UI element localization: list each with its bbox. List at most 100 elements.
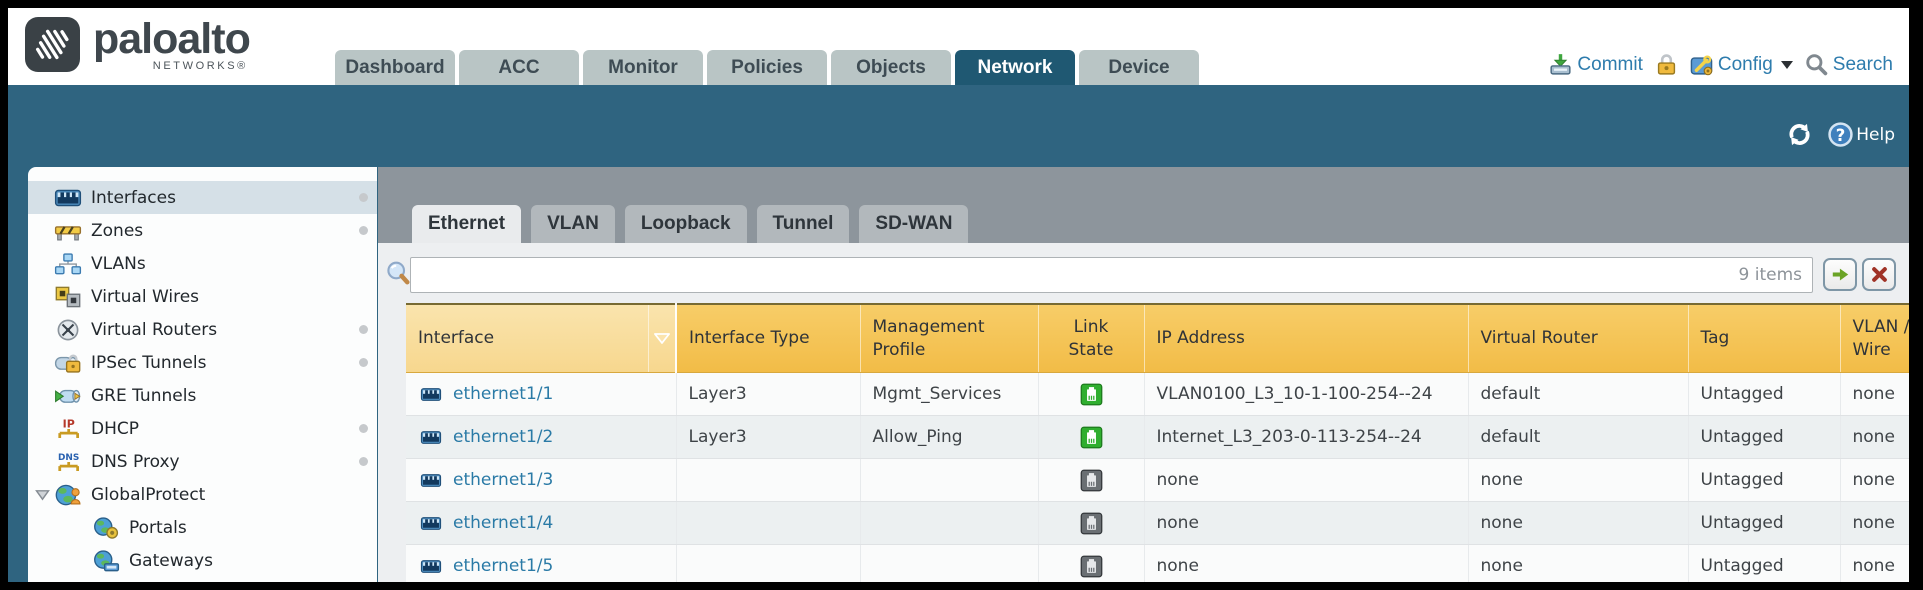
vlans-icon — [53, 253, 83, 275]
tab-dashboard[interactable]: Dashboard — [335, 50, 455, 85]
cell-interface: ethernet1/4 — [406, 502, 676, 545]
tab-device[interactable]: Device — [1079, 50, 1199, 85]
sidebar-item-label: Gateways — [129, 551, 213, 571]
filter-magnifier-icon — [386, 260, 410, 287]
interface-link[interactable]: ethernet1/1 — [453, 384, 553, 404]
app-window: paloalto NETWORKS® DashboardACCMonitorPo… — [8, 8, 1909, 582]
cell-interface-type — [676, 545, 860, 583]
search-action[interactable]: Search — [1805, 53, 1893, 76]
sidebar-item-virtual-wires[interactable]: Virtual Wires — [28, 280, 377, 313]
tab-policies[interactable]: Policies — [707, 50, 827, 85]
gre-tunnels-icon — [53, 385, 83, 407]
cell-ip-address: Internet_L3_203-0-113-254--24 — [1144, 416, 1468, 459]
lock-icon[interactable] — [1655, 53, 1678, 76]
sidebar-item-globalprotect[interactable]: GlobalProtect — [28, 478, 377, 511]
column-header-management-profile[interactable]: Management Profile — [860, 304, 1038, 373]
subtab-sd-wan[interactable]: SD-WAN — [859, 205, 968, 243]
brand-name: paloalto — [93, 16, 250, 62]
status-dot — [359, 424, 368, 433]
tab-objects[interactable]: Objects — [831, 50, 951, 85]
status-dot — [359, 193, 368, 202]
interface-link[interactable]: ethernet1/3 — [453, 470, 553, 490]
sidebar-item-interfaces[interactable]: Interfaces — [28, 181, 377, 214]
sidebar-item-vlans[interactable]: VLANs — [28, 247, 377, 280]
green-arrow-icon — [1831, 265, 1850, 284]
chevron-down-icon — [1781, 61, 1793, 69]
sort-dropdown[interactable] — [648, 304, 676, 373]
cell-link-state — [1038, 545, 1144, 583]
sidebar-item-gateways[interactable]: Gateways — [28, 544, 377, 577]
sidebar-item-label: DHCP — [91, 419, 139, 439]
tab-acc[interactable]: ACC — [459, 50, 579, 85]
sidebar-item-virtual-routers[interactable]: Virtual Routers — [28, 313, 377, 346]
zones-icon — [53, 220, 83, 242]
top-bar: paloalto NETWORKS® DashboardACCMonitorPo… — [8, 8, 1909, 85]
main-nav: DashboardACCMonitorPoliciesObjectsNetwor… — [335, 50, 1199, 85]
subtab-loopback[interactable]: Loopback — [625, 205, 747, 243]
help-icon — [1828, 122, 1853, 147]
sidebar-item-portals[interactable]: Portals — [28, 511, 377, 544]
ethernet-interface-icon — [418, 558, 444, 575]
cell-link-state — [1038, 502, 1144, 545]
sidebar-item-dns-proxy[interactable]: DNS Proxy — [28, 445, 377, 478]
cell-vlan-wire: none — [1840, 502, 1909, 545]
sidebar-item-zones[interactable]: Zones — [28, 214, 377, 247]
tab-monitor[interactable]: Monitor — [583, 50, 703, 85]
ethernet-interface-icon — [418, 386, 444, 403]
interfaces-icon — [53, 187, 83, 209]
search-label: Search — [1833, 54, 1893, 76]
cell-link-state — [1038, 373, 1144, 416]
subtab-tunnel[interactable]: Tunnel — [757, 205, 850, 243]
cell-interface: ethernet1/3 — [406, 459, 676, 502]
column-header-interface[interactable]: Interface — [406, 304, 648, 373]
interface-link[interactable]: ethernet1/5 — [453, 556, 553, 576]
interfaces-table: Interface Interface Type Management Prof… — [406, 303, 1909, 582]
gateways-icon — [91, 550, 121, 572]
refresh-icon[interactable] — [1787, 122, 1812, 147]
sidebar-item-label: Virtual Wires — [91, 287, 199, 307]
config-action[interactable]: Config — [1690, 53, 1793, 76]
sidebar-item-ipsec-tunnels[interactable]: IPSec Tunnels — [28, 346, 377, 379]
sidebar-item-label: GRE Tunnels — [91, 386, 196, 406]
content-tabs: Ethernet VLAN Loopback TunnelSD-WAN — [412, 205, 968, 243]
interface-link[interactable]: ethernet1/4 — [453, 513, 553, 533]
column-header-virtual-router[interactable]: Virtual Router — [1468, 304, 1688, 373]
filter-input[interactable]: 9 items — [410, 257, 1813, 293]
column-header-link-state[interactable]: Link State — [1038, 304, 1144, 373]
column-header-vlan-wire[interactable]: VLAN / Wire — [1840, 304, 1909, 373]
help-action[interactable]: Help — [1828, 122, 1895, 147]
subtab-vlan[interactable]: VLAN — [531, 205, 615, 243]
cell-ip-address: none — [1144, 545, 1468, 583]
cell-interface-type: Layer3 — [676, 416, 860, 459]
interface-link[interactable]: ethernet1/2 — [453, 427, 553, 447]
cell-management-profile — [860, 502, 1038, 545]
cell-management-profile: Allow_Ping — [860, 416, 1038, 459]
brand-logo: paloalto NETWORKS® — [24, 16, 250, 73]
ethernet-interface-icon — [418, 472, 444, 489]
cell-virtual-router: none — [1468, 459, 1688, 502]
sidebar-item-dhcp[interactable]: DHCP — [28, 412, 377, 445]
commit-action[interactable]: Commit — [1549, 53, 1642, 76]
column-header-tag[interactable]: Tag — [1688, 304, 1840, 373]
table-row: ethernet1/1Layer3Mgmt_ServicesVLAN0100_L… — [406, 373, 1909, 416]
search-icon — [1805, 53, 1828, 76]
cell-tag: Untagged — [1688, 459, 1840, 502]
sidebar-item-label: IPSec Tunnels — [91, 353, 206, 373]
sidebar-item-gre-tunnels[interactable]: GRE Tunnels — [28, 379, 377, 412]
clear-filter-button[interactable] — [1862, 258, 1896, 291]
cell-ip-address: none — [1144, 502, 1468, 545]
cell-interface-type — [676, 502, 860, 545]
sidebar-item-label: Virtual Routers — [91, 320, 217, 340]
column-header-interface-type[interactable]: Interface Type — [676, 304, 860, 373]
column-header-ip-address[interactable]: IP Address — [1144, 304, 1468, 373]
status-dot — [359, 325, 368, 334]
sidebar-item-label: GlobalProtect — [91, 485, 205, 505]
subtab-ethernet[interactable]: Ethernet — [412, 205, 521, 243]
table-row: ethernet1/2 Layer3Allow_Ping Internet_L3_2… — [406, 416, 1909, 459]
tab-network[interactable]: Network — [955, 50, 1075, 85]
cell-virtual-router: default — [1468, 416, 1688, 459]
cell-ip-address: VLAN0100_L3_10-1-100-254--24 — [1144, 373, 1468, 416]
cell-tag: Untagged — [1688, 373, 1840, 416]
apply-filter-button[interactable] — [1823, 258, 1857, 291]
cell-interface-type: Layer3 — [676, 373, 860, 416]
